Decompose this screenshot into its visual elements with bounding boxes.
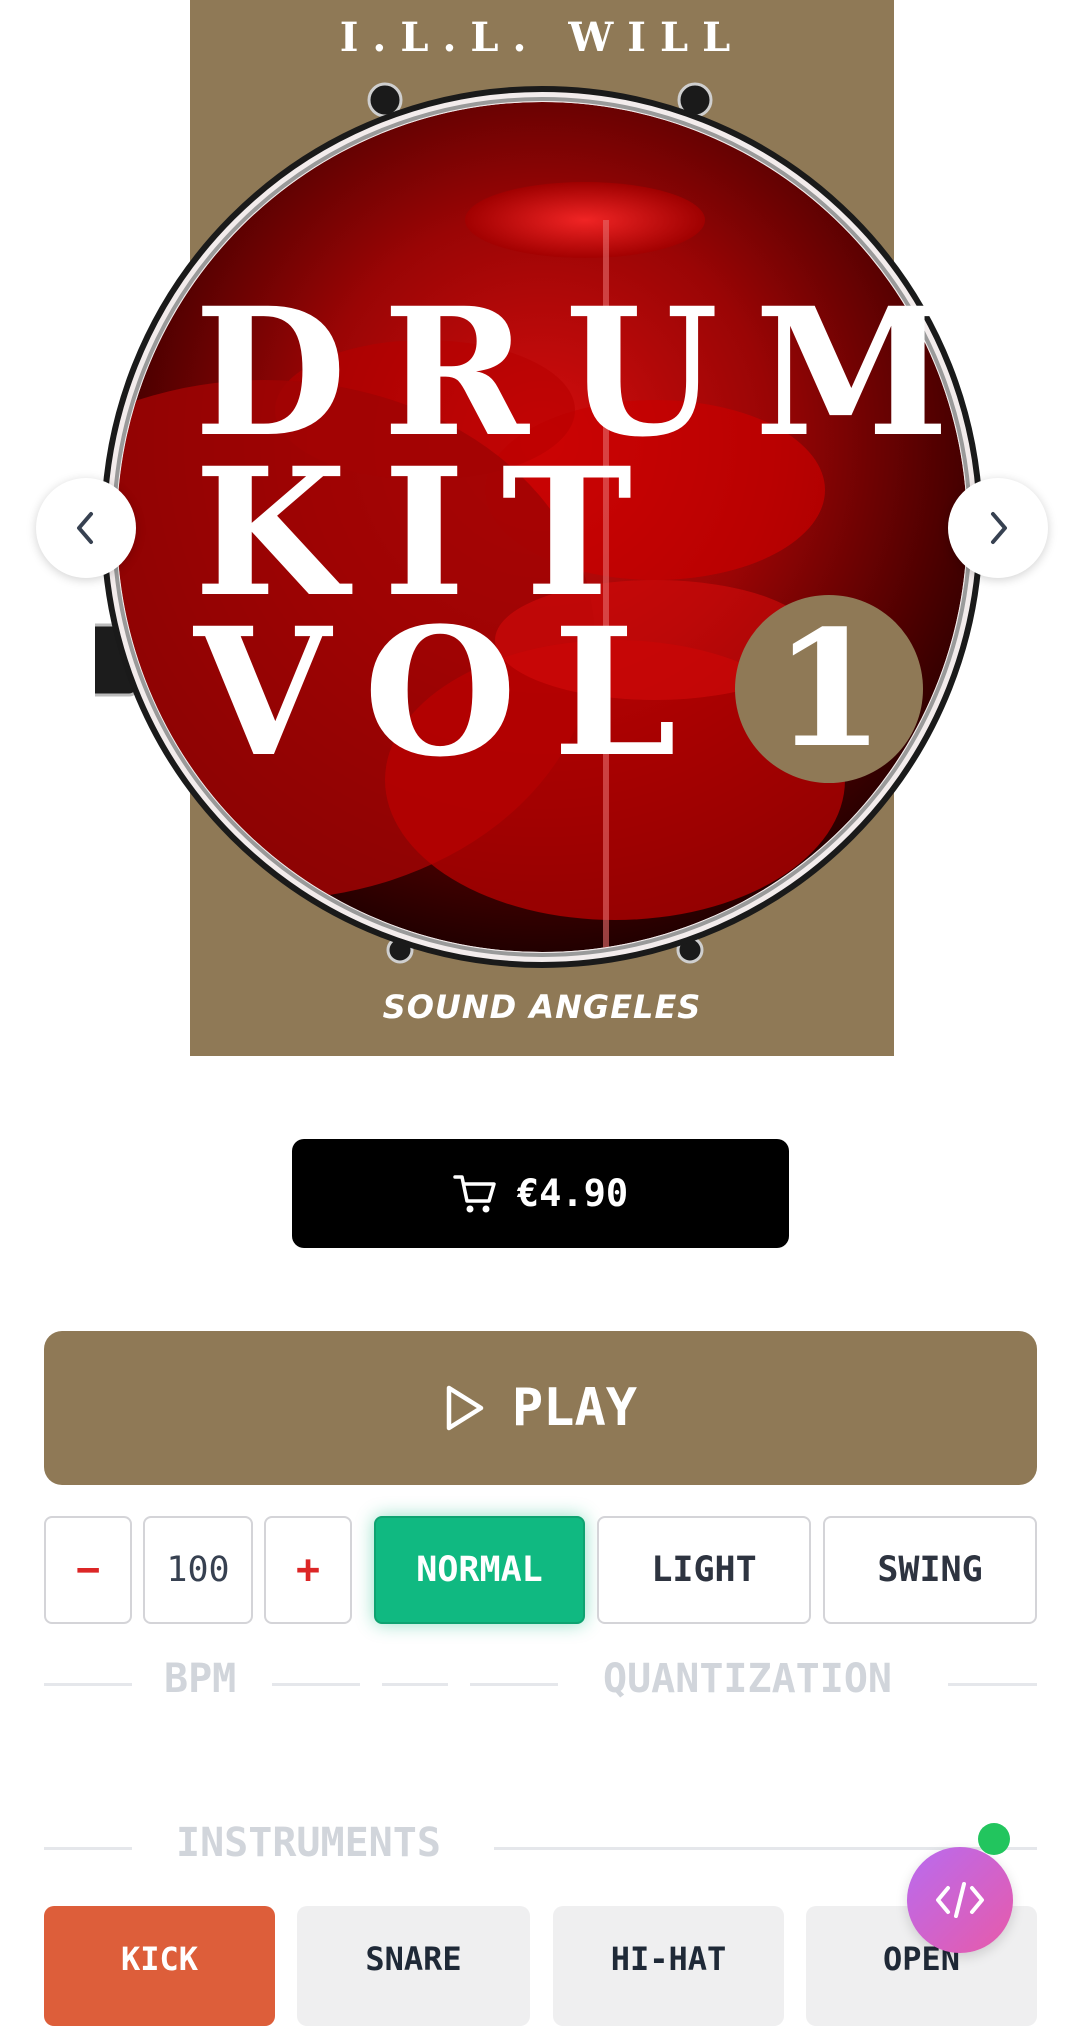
play-label: PLAY [511,1378,638,1438]
divider-line [272,1683,360,1686]
bpm-increase-button[interactable]: + [264,1516,352,1624]
quantization-section-label: QUANTIZATION [603,1656,892,1702]
cover-brand-logo: SOUND ANGELES [382,988,702,1026]
instrument-kick-button[interactable]: KICK [44,1906,275,2026]
quantization-swing-button[interactable]: SWING [823,1516,1037,1624]
bpm-section-label: BPM [164,1656,237,1702]
cover-title-line-3: VOL [194,589,713,796]
code-icon [936,1882,984,1918]
play-button[interactable]: PLAY [44,1331,1037,1485]
cover-artist: I.L.L. WILL [339,14,745,61]
cart-icon [453,1174,496,1212]
instruments-section-label: INSTRUMENTS [176,1820,441,1866]
instrument-snare-button[interactable]: SNARE [297,1906,530,2026]
carousel-next-button[interactable] [948,478,1048,578]
chevron-right-icon [991,512,1007,544]
divider-line [44,1683,132,1686]
dev-tools-button[interactable] [907,1847,1013,1953]
bpm-value: 100 [143,1516,253,1624]
album-cover: I.L.L. WILL DRUM KIT VOL 1 SOUND ANGELES [95,0,983,1056]
buy-price: €4.90 [516,1172,629,1215]
status-indicator [978,1823,1010,1855]
carousel-prev-button[interactable] [36,478,136,578]
bpm-decrease-button[interactable]: − [44,1516,132,1624]
buy-button[interactable]: €4.90 [292,1139,789,1248]
quantization-normal-button[interactable]: NORMAL [374,1516,585,1624]
divider-line [44,1847,132,1850]
cover-volume-badge: 1 [735,595,923,783]
divider-line [382,1683,448,1686]
divider-line [470,1683,558,1686]
divider-line [948,1683,1037,1686]
chevron-left-icon [77,512,93,544]
instrument-hihat-button[interactable]: HI-HAT [553,1906,784,2026]
play-icon [446,1385,484,1431]
quantization-light-button[interactable]: LIGHT [597,1516,811,1624]
